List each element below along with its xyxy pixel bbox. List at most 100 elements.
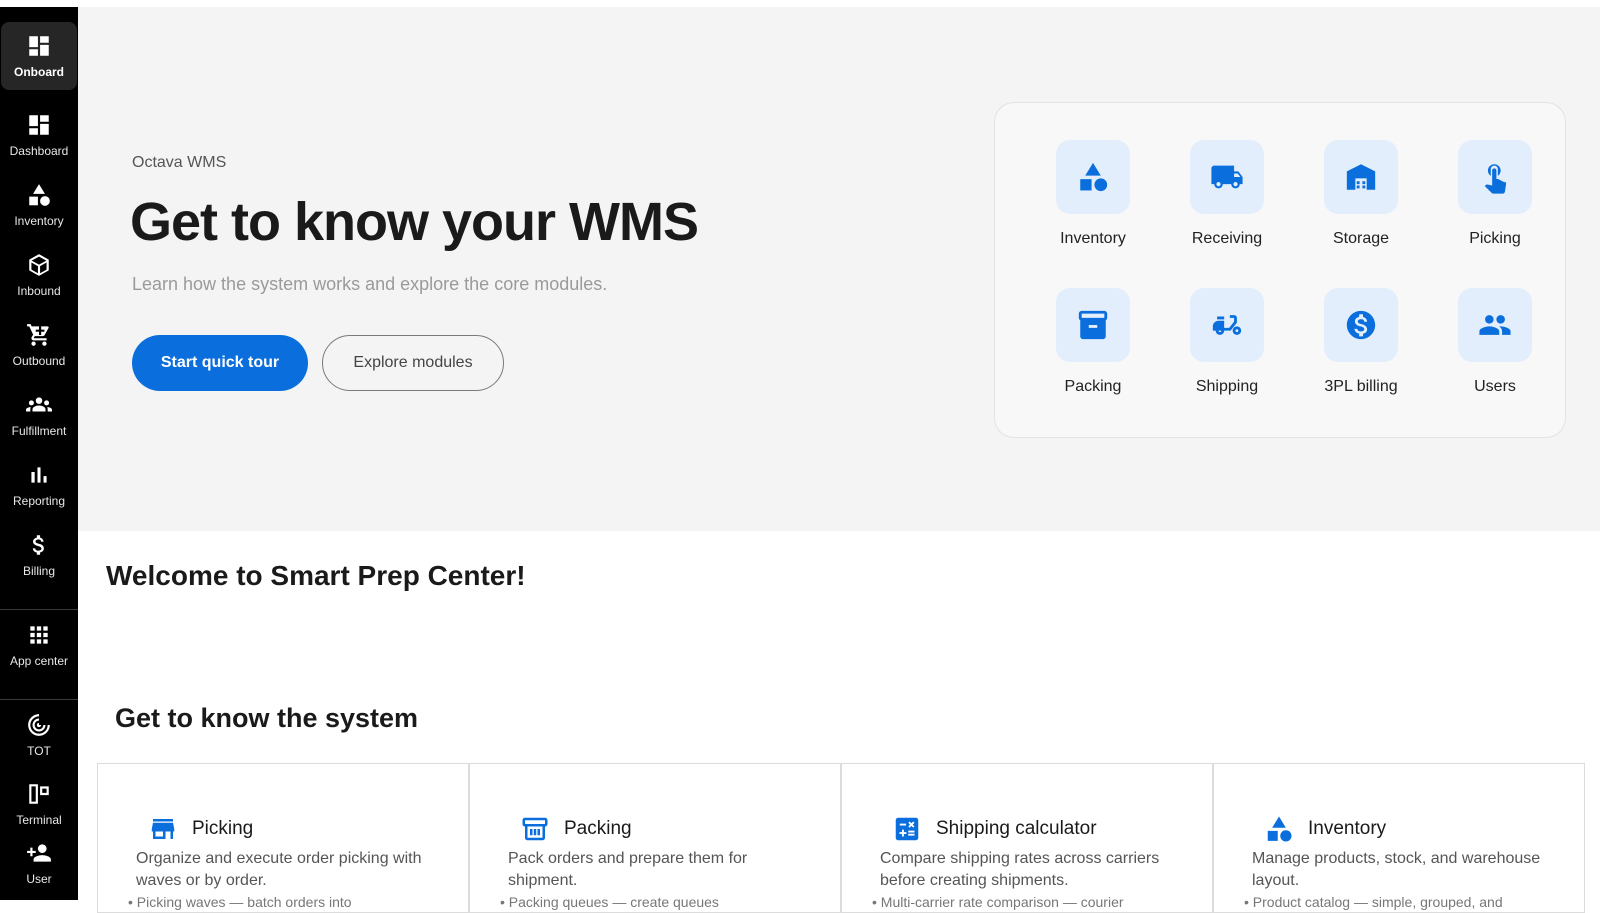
feature-card-description: Organize and execute order picking with … xyxy=(136,850,422,889)
sidebar-item-label: Terminal xyxy=(16,813,62,827)
feature-card-shipping-calculator[interactable]: Shipping calculator Compare shipping rat… xyxy=(841,763,1213,913)
module-packing[interactable]: Packing xyxy=(1038,288,1148,396)
module-label: Packing xyxy=(1064,378,1122,395)
modules-panel: Inventory Receiving Storage Picking Pack… xyxy=(994,102,1566,438)
feature-card-title: Packing xyxy=(564,818,632,839)
sidebar: Onboard Dashboard Inventory Inbound Outb… xyxy=(0,7,78,900)
feature-card-bullet: • Packing queues — create queues xyxy=(500,894,719,910)
sidebar-item-label: Outbound xyxy=(12,354,66,368)
module-tile xyxy=(1458,288,1532,362)
basket-icon xyxy=(522,817,548,841)
cart-icon xyxy=(27,324,49,346)
feature-card-title: Picking xyxy=(192,818,254,839)
sidebar-item-billing[interactable]: Billing xyxy=(0,521,78,589)
shapes-icon xyxy=(1080,162,1108,192)
truck-icon xyxy=(1211,165,1243,189)
sidebar-item-terminal[interactable]: Terminal xyxy=(0,770,78,838)
page-title: Get to know your WMS xyxy=(130,192,699,252)
sidebar-item-label: TOT xyxy=(27,744,51,758)
module-receiving[interactable]: Receiving xyxy=(1172,140,1282,248)
module-tile xyxy=(1324,288,1398,362)
add-user-icon xyxy=(27,844,51,862)
sidebar-item-label: Reporting xyxy=(12,494,66,508)
sidebar-item-tot[interactable]: TOT xyxy=(0,701,78,769)
people-icon xyxy=(26,397,52,412)
module-tile xyxy=(1056,288,1130,362)
module-label: Shipping xyxy=(1195,378,1259,395)
shapes-icon xyxy=(29,184,50,206)
dollar-icon xyxy=(32,535,44,555)
radar-icon xyxy=(28,714,50,736)
feature-card-inventory[interactable]: Inventory Manage products, stock, and wa… xyxy=(1213,763,1585,913)
feature-card-packing[interactable]: Packing Pack orders and prepare them for… xyxy=(469,763,841,913)
sidebar-item-fulfillment[interactable]: Fulfillment xyxy=(0,381,78,449)
feature-card-title: Shipping calculator xyxy=(936,818,1097,839)
sidebar-item-label: User xyxy=(26,872,52,886)
sidebar-item-label: Inbound xyxy=(17,284,61,298)
module-label: Receiving xyxy=(1191,230,1263,247)
sidebar-item-outbound[interactable]: Outbound xyxy=(0,311,78,379)
sidebar-item-onboard[interactable]: Onboard xyxy=(1,22,77,90)
feature-card-picking[interactable]: Picking Organize and execute order picki… xyxy=(97,763,469,913)
feature-card-bullet: • Multi-carrier rate comparison — courie… xyxy=(872,894,1124,910)
sidebar-item-label: Fulfillment xyxy=(11,424,67,438)
module-label: 3PL billing xyxy=(1324,378,1398,395)
sidebar-item-reporting[interactable]: Reporting xyxy=(0,451,78,519)
module-label: Users xyxy=(1474,378,1516,395)
hero-section: Octava WMS Get to know your WMS Learn ho… xyxy=(78,7,1600,531)
box-icon xyxy=(29,254,49,276)
hero-subtitle: Learn how the system works and explore t… xyxy=(132,274,608,294)
people-icon xyxy=(1479,315,1511,335)
bar-chart-icon xyxy=(31,467,47,483)
module-tile xyxy=(1324,140,1398,214)
scooter-icon xyxy=(1212,315,1242,335)
feature-card-description: Pack orders and prepare them for shipmen… xyxy=(508,850,748,889)
section-title: Get to know the system xyxy=(115,703,419,733)
module-3pl-billing[interactable]: 3PL billing xyxy=(1306,288,1416,396)
sidebar-item-app-center[interactable]: App center xyxy=(0,611,78,679)
module-label: Picking xyxy=(1469,230,1521,247)
terminal-device-icon xyxy=(29,784,49,804)
start-quick-tour-button[interactable]: Start quick tour xyxy=(132,335,308,391)
sidebar-item-inbound[interactable]: Inbound xyxy=(0,241,78,309)
module-picking[interactable]: Picking xyxy=(1440,140,1550,248)
feature-card-header: Shipping calculator xyxy=(892,814,1097,844)
dashboard-icon xyxy=(29,115,49,135)
feature-card-description: Manage products, stock, and warehouse la… xyxy=(1252,850,1541,889)
module-tile xyxy=(1056,140,1130,214)
feature-card-bullet: • Picking waves — batch orders into xyxy=(128,894,352,910)
feature-card-bullet: • Product catalog — simple, grouped, and xyxy=(1244,894,1503,910)
welcome-heading: Welcome to Smart Prep Center! xyxy=(106,560,526,591)
hand-pointer-icon xyxy=(1484,164,1507,194)
shapes-icon xyxy=(1267,816,1292,842)
sidebar-divider xyxy=(0,699,78,700)
sidebar-item-user[interactable]: User xyxy=(0,829,78,897)
top-strip xyxy=(0,0,1600,7)
module-label: Inventory xyxy=(1060,230,1126,247)
module-users[interactable]: Users xyxy=(1440,288,1550,396)
sidebar-item-label: Onboard xyxy=(14,65,64,79)
apps-grid-icon xyxy=(30,626,48,644)
module-label: Storage xyxy=(1332,230,1390,247)
sidebar-item-label: App center xyxy=(9,654,69,668)
store-icon xyxy=(151,819,175,839)
module-storage[interactable]: Storage xyxy=(1306,140,1416,248)
sidebar-item-label: Dashboard xyxy=(9,144,69,158)
feature-card-header: Packing xyxy=(520,814,632,844)
feature-card-description: Compare shipping rates across carriers b… xyxy=(880,850,1160,889)
feature-card-header: Picking xyxy=(148,814,253,844)
sidebar-divider xyxy=(0,609,78,610)
module-inventory[interactable]: Inventory xyxy=(1038,140,1148,248)
feature-card-title: Inventory xyxy=(1308,818,1387,839)
module-tile xyxy=(1190,288,1264,362)
sidebar-item-label: Inventory xyxy=(14,214,64,228)
dollar-circle-icon xyxy=(1346,310,1376,340)
module-shipping[interactable]: Shipping xyxy=(1172,288,1282,396)
module-tile xyxy=(1190,140,1264,214)
explore-modules-button[interactable]: Explore modules xyxy=(322,335,504,391)
sidebar-item-dashboard[interactable]: Dashboard xyxy=(0,101,78,169)
product-name: Octava WMS xyxy=(132,154,227,171)
sidebar-item-inventory[interactable]: Inventory xyxy=(0,171,78,239)
warehouse-icon xyxy=(1346,164,1376,190)
archive-box-icon xyxy=(1078,310,1108,340)
